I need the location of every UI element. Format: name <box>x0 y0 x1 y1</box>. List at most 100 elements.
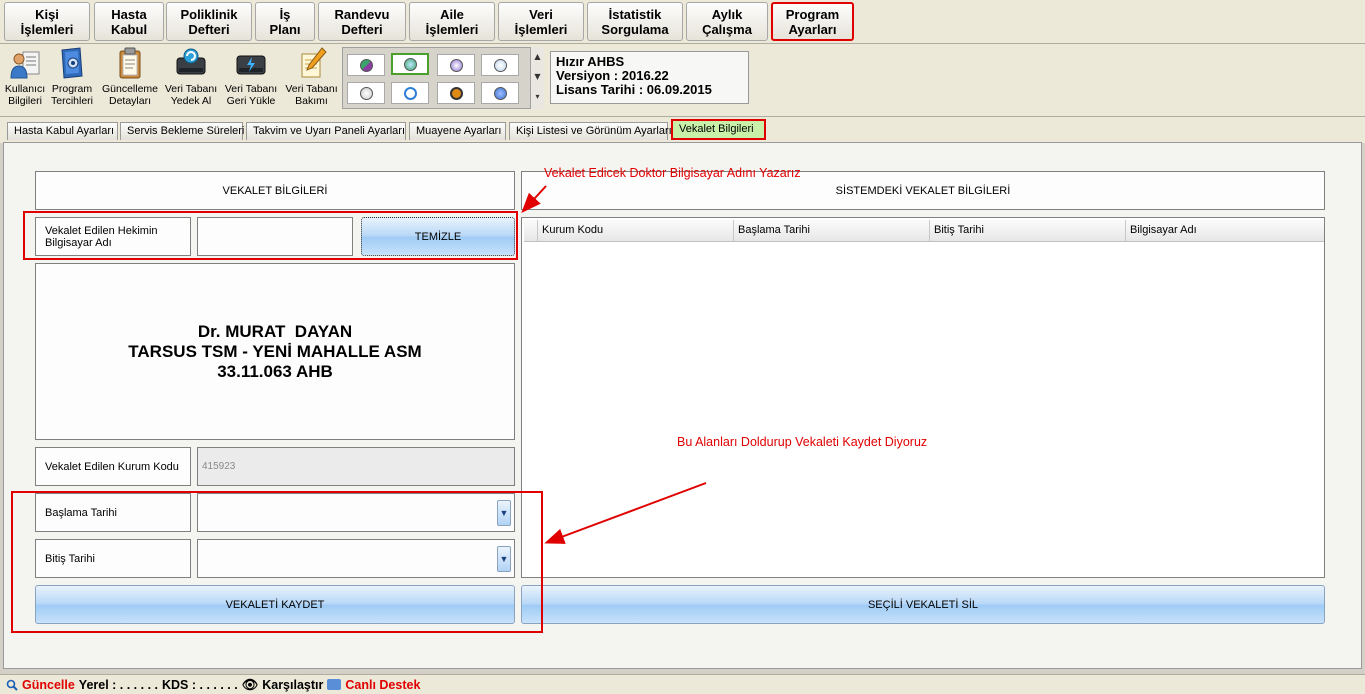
tab-vekalet-bilgileri[interactable]: Vekalet Bilgileri <box>671 119 766 140</box>
menu-label: Aylık Çalışma <box>702 6 752 37</box>
database-restore-icon <box>236 55 266 75</box>
proxy-list-grid[interactable]: Kurum Kodu Başlama Tarihi Bitiş Tarihi B… <box>521 217 1325 578</box>
institution-code-label: Vekalet Edilen Kurum Kodu <box>35 447 191 486</box>
computer-name-label: Vekalet Edilen Hekimin Bilgisayar Adı <box>35 217 191 256</box>
update-link[interactable]: Güncelle <box>22 678 75 692</box>
menu-label: Veri İşlemleri <box>514 6 568 37</box>
live-support-link[interactable]: Canlı Destek <box>345 678 420 692</box>
menu-istatistik-sorgulama[interactable]: İstatistik Sorgulama <box>587 2 683 41</box>
search-icon <box>6 679 18 691</box>
program-preferences-button[interactable]: Program Tercihleri <box>49 46 95 114</box>
database-maintenance-button[interactable]: Veri Tabanı Bakımı <box>283 46 340 114</box>
toolbar-label: Veri Tabanı Yedek Al <box>164 83 218 107</box>
license-date: Lisans Tarihi : 06.09.2015 <box>556 82 712 97</box>
database-repair-icon <box>301 47 327 78</box>
theme-green-icon <box>403 57 417 71</box>
end-date-picker[interactable]: ▼ <box>197 539 515 578</box>
grid-row-selector-header <box>524 220 538 241</box>
end-date-label: Bitiş Tarihi <box>35 539 191 578</box>
user-info-button[interactable]: Kullanıcı Bilgileri <box>5 46 45 114</box>
column-header[interactable]: Bilgisayar Adı <box>1126 220 1322 241</box>
clear-button[interactable]: TEMİZLE <box>361 217 515 256</box>
toolbar-label: Güncelleme Detayları <box>101 83 159 107</box>
doctor-name: Dr. MURAT DAYAN <box>197 321 353 341</box>
tab-hasta-kabul-ayarlari[interactable]: Hasta Kabul Ayarları <box>7 122 118 140</box>
doctor-code: 33.11.063 AHB <box>217 361 333 381</box>
column-header[interactable]: Kurum Kodu <box>538 220 734 241</box>
menu-label: Randevu Defteri <box>334 6 390 37</box>
scroll-up-icon[interactable]: ▲ <box>531 47 544 67</box>
user-icon <box>10 51 40 79</box>
tab-takvim-uyari-paneli[interactable]: Takvim ve Uyarı Paneli Ayarları <box>246 122 406 140</box>
settings-book-icon <box>61 47 83 79</box>
menu-kisi-islemleri[interactable]: Kişi İşlemleri <box>4 2 90 41</box>
database-restore-button[interactable]: Veri Tabanı Geri Yükle <box>222 46 280 114</box>
chevron-down-icon[interactable]: ▼ <box>497 545 511 572</box>
column-header[interactable]: Başlama Tarihi <box>734 220 930 241</box>
database-backup-icon <box>176 48 206 75</box>
chevron-down-icon[interactable]: ▼ <box>497 499 511 526</box>
local-status: Yerel : . . . . . . <box>78 677 158 692</box>
institution-code-field: 415923 <box>197 447 515 486</box>
update-details-button[interactable]: Güncelleme Detayları <box>100 46 160 114</box>
start-date-picker[interactable]: ▼ <box>197 493 515 532</box>
menu-label: Program Ayarları <box>785 6 840 37</box>
menu-aile-islemleri[interactable]: Aile İşlemleri <box>409 2 495 41</box>
theme-option[interactable] <box>437 82 475 104</box>
tab-muayene-ayarlari[interactable]: Muayene Ayarları <box>409 122 506 140</box>
theme-option[interactable] <box>347 82 385 104</box>
status-bar: Güncelle Yerel : . . . . . . KDS : . . .… <box>0 674 1365 694</box>
theme-option[interactable] <box>481 54 519 76</box>
theme-blue-icon <box>493 86 507 100</box>
chat-icon <box>327 679 342 690</box>
settings-tabs: Hasta Kabul Ayarları Servis Bekleme Süre… <box>0 117 1365 143</box>
theme-option[interactable] <box>347 54 385 76</box>
toolbar-label: Veri Tabanı Bakımı <box>285 83 338 107</box>
tab-servis-bekleme-sureleri[interactable]: Servis Bekleme Süreleri <box>120 122 244 140</box>
menu-aylik-calisma[interactable]: Aylık Çalışma <box>686 2 768 41</box>
theme-purple-icon <box>359 58 373 72</box>
toolbar-label: Kullanıcı Bilgileri <box>4 83 46 107</box>
menu-program-ayarlari[interactable]: Program Ayarları <box>771 2 854 41</box>
app-info-box: Hızır AHBS Versiyon : 2016.22 Lisans Tar… <box>550 51 749 104</box>
menu-label: İstatistik Sorgulama <box>601 6 669 37</box>
app-version: Versiyon : 2016.22 <box>556 68 669 83</box>
toolbar: Kullanıcı Bilgileri Program Tercihleri Gün… <box>0 44 1365 117</box>
scroll-down-icon[interactable]: ▼ <box>531 67 544 87</box>
menu-randevu-defteri[interactable]: Randevu Defteri <box>318 2 406 41</box>
menu-label: Kişi İşlemleri <box>20 6 74 37</box>
theme-option[interactable] <box>437 54 475 76</box>
menu-poliklinik-defteri[interactable]: Poliklinik Defteri <box>166 2 252 41</box>
theme-selector: ▲ ▼ ▾ <box>342 47 544 109</box>
theme-gray-icon <box>359 86 373 100</box>
theme-metro-orange-icon <box>449 86 463 100</box>
doctor-info-box: Dr. MURAT DAYAN TARSUS TSM - YENİ MAHALL… <box>35 263 515 440</box>
clipboard-icon <box>119 47 141 79</box>
menu-veri-islemleri[interactable]: Veri İşlemleri <box>498 2 584 41</box>
menu-label: İş Planı <box>269 6 301 37</box>
theme-metro-blue-icon <box>403 86 417 100</box>
theme-violet-icon <box>449 58 463 72</box>
tab-kisi-listesi-gorunum[interactable]: Kişi Listesi ve Görünüm Ayarları <box>509 122 672 140</box>
theme-scrollbar[interactable]: ▲ ▼ ▾ <box>530 47 544 109</box>
column-header[interactable]: Bitiş Tarihi <box>930 220 1126 241</box>
menu-hasta-kabul[interactable]: Hasta Kabul <box>94 2 164 41</box>
theme-option[interactable] <box>481 82 519 104</box>
compare-link[interactable]: Karşılaştır <box>262 678 323 692</box>
delete-selected-proxy-button[interactable]: SEÇİLİ VEKALETİ SİL <box>521 585 1325 624</box>
menu-is-plani[interactable]: İş Planı <box>255 2 315 41</box>
menu-label: Aile İşlemleri <box>425 6 479 37</box>
computer-name-input[interactable] <box>197 217 353 256</box>
left-panel-header: VEKALET BİLGİLERİ <box>35 171 515 210</box>
theme-option-selected[interactable] <box>391 53 429 75</box>
theme-option[interactable] <box>391 82 429 104</box>
eye-icon: 👁 <box>241 676 259 692</box>
toolbar-label: Veri Tabanı Geri Yükle <box>224 83 278 107</box>
toolbar-label: Program Tercihleri <box>50 83 93 107</box>
database-backup-button[interactable]: Veri Tabanı Yedek Al <box>162 46 220 114</box>
save-proxy-button[interactable]: VEKALETİ KAYDET <box>35 585 515 624</box>
app-name: Hızır AHBS <box>556 54 625 69</box>
annotation-fill-and-save: Bu Alanları Doldurup Vekaleti Kaydet Diy… <box>677 435 928 449</box>
scroll-more-icon[interactable]: ▾ <box>531 87 544 107</box>
doctor-institution: TARSUS TSM - YENİ MAHALLE ASM <box>128 341 422 361</box>
